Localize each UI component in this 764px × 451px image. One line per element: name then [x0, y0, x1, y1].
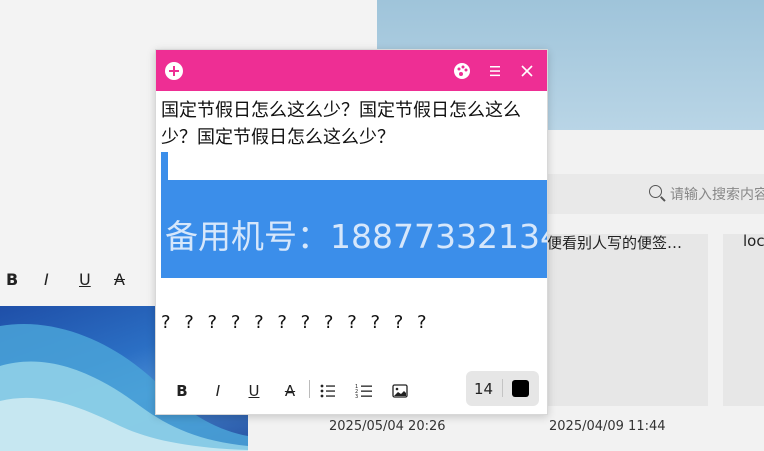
font-control-divider	[502, 379, 503, 397]
strikethrough-button[interactable]: A	[114, 270, 125, 289]
note-date: 2025/04/09 11:44	[549, 419, 666, 434]
phone-number-text: 备用机号：18877332134	[165, 217, 548, 256]
add-icon[interactable]	[165, 62, 183, 80]
svg-text:3: 3	[355, 394, 358, 399]
note-card[interactable]	[723, 234, 764, 406]
sticky-note-window[interactable]: 国定节假日怎么这么少？国定节假日怎么这么少？国定节假日怎么这么少？ 备用机号：1…	[155, 49, 548, 415]
note-card-text: 便看别人写的便签…	[547, 234, 683, 252]
toolbar-divider	[309, 380, 310, 398]
font-size-value[interactable]: 14	[474, 380, 493, 398]
palette-icon[interactable]	[453, 62, 471, 80]
strikethrough-button[interactable]: A	[279, 380, 301, 402]
bold-button[interactable]: B	[6, 270, 18, 289]
image-icon[interactable]	[389, 380, 411, 402]
bullet-list-icon[interactable]	[317, 380, 339, 402]
close-icon[interactable]	[518, 62, 536, 80]
note-text: 国定节假日怎么这么少？国定节假日怎么这么少？国定节假日怎么这么少？	[161, 100, 521, 148]
background-format-toolbar	[0, 262, 156, 298]
font-color-swatch[interactable]	[512, 380, 529, 397]
note-card-text: loc	[743, 232, 764, 250]
text-cursor	[161, 152, 168, 180]
question-marks-text: ? ? ? ? ? ? ? ? ? ? ? ?	[161, 312, 431, 333]
note-card[interactable]	[547, 234, 708, 406]
menu-icon[interactable]	[486, 62, 504, 80]
italic-button[interactable]: I	[207, 380, 229, 402]
underline-button[interactable]: U	[79, 270, 91, 289]
bold-button[interactable]: B	[171, 380, 193, 402]
numbered-list-icon[interactable]: 123	[353, 380, 375, 402]
search-input[interactable]: 请输入搜索内容	[670, 184, 764, 204]
note-date: 2025/05/04 20:26	[329, 419, 446, 434]
search-icon[interactable]	[649, 185, 662, 198]
underline-button[interactable]: U	[243, 380, 265, 402]
italic-button[interactable]: I	[44, 270, 49, 289]
